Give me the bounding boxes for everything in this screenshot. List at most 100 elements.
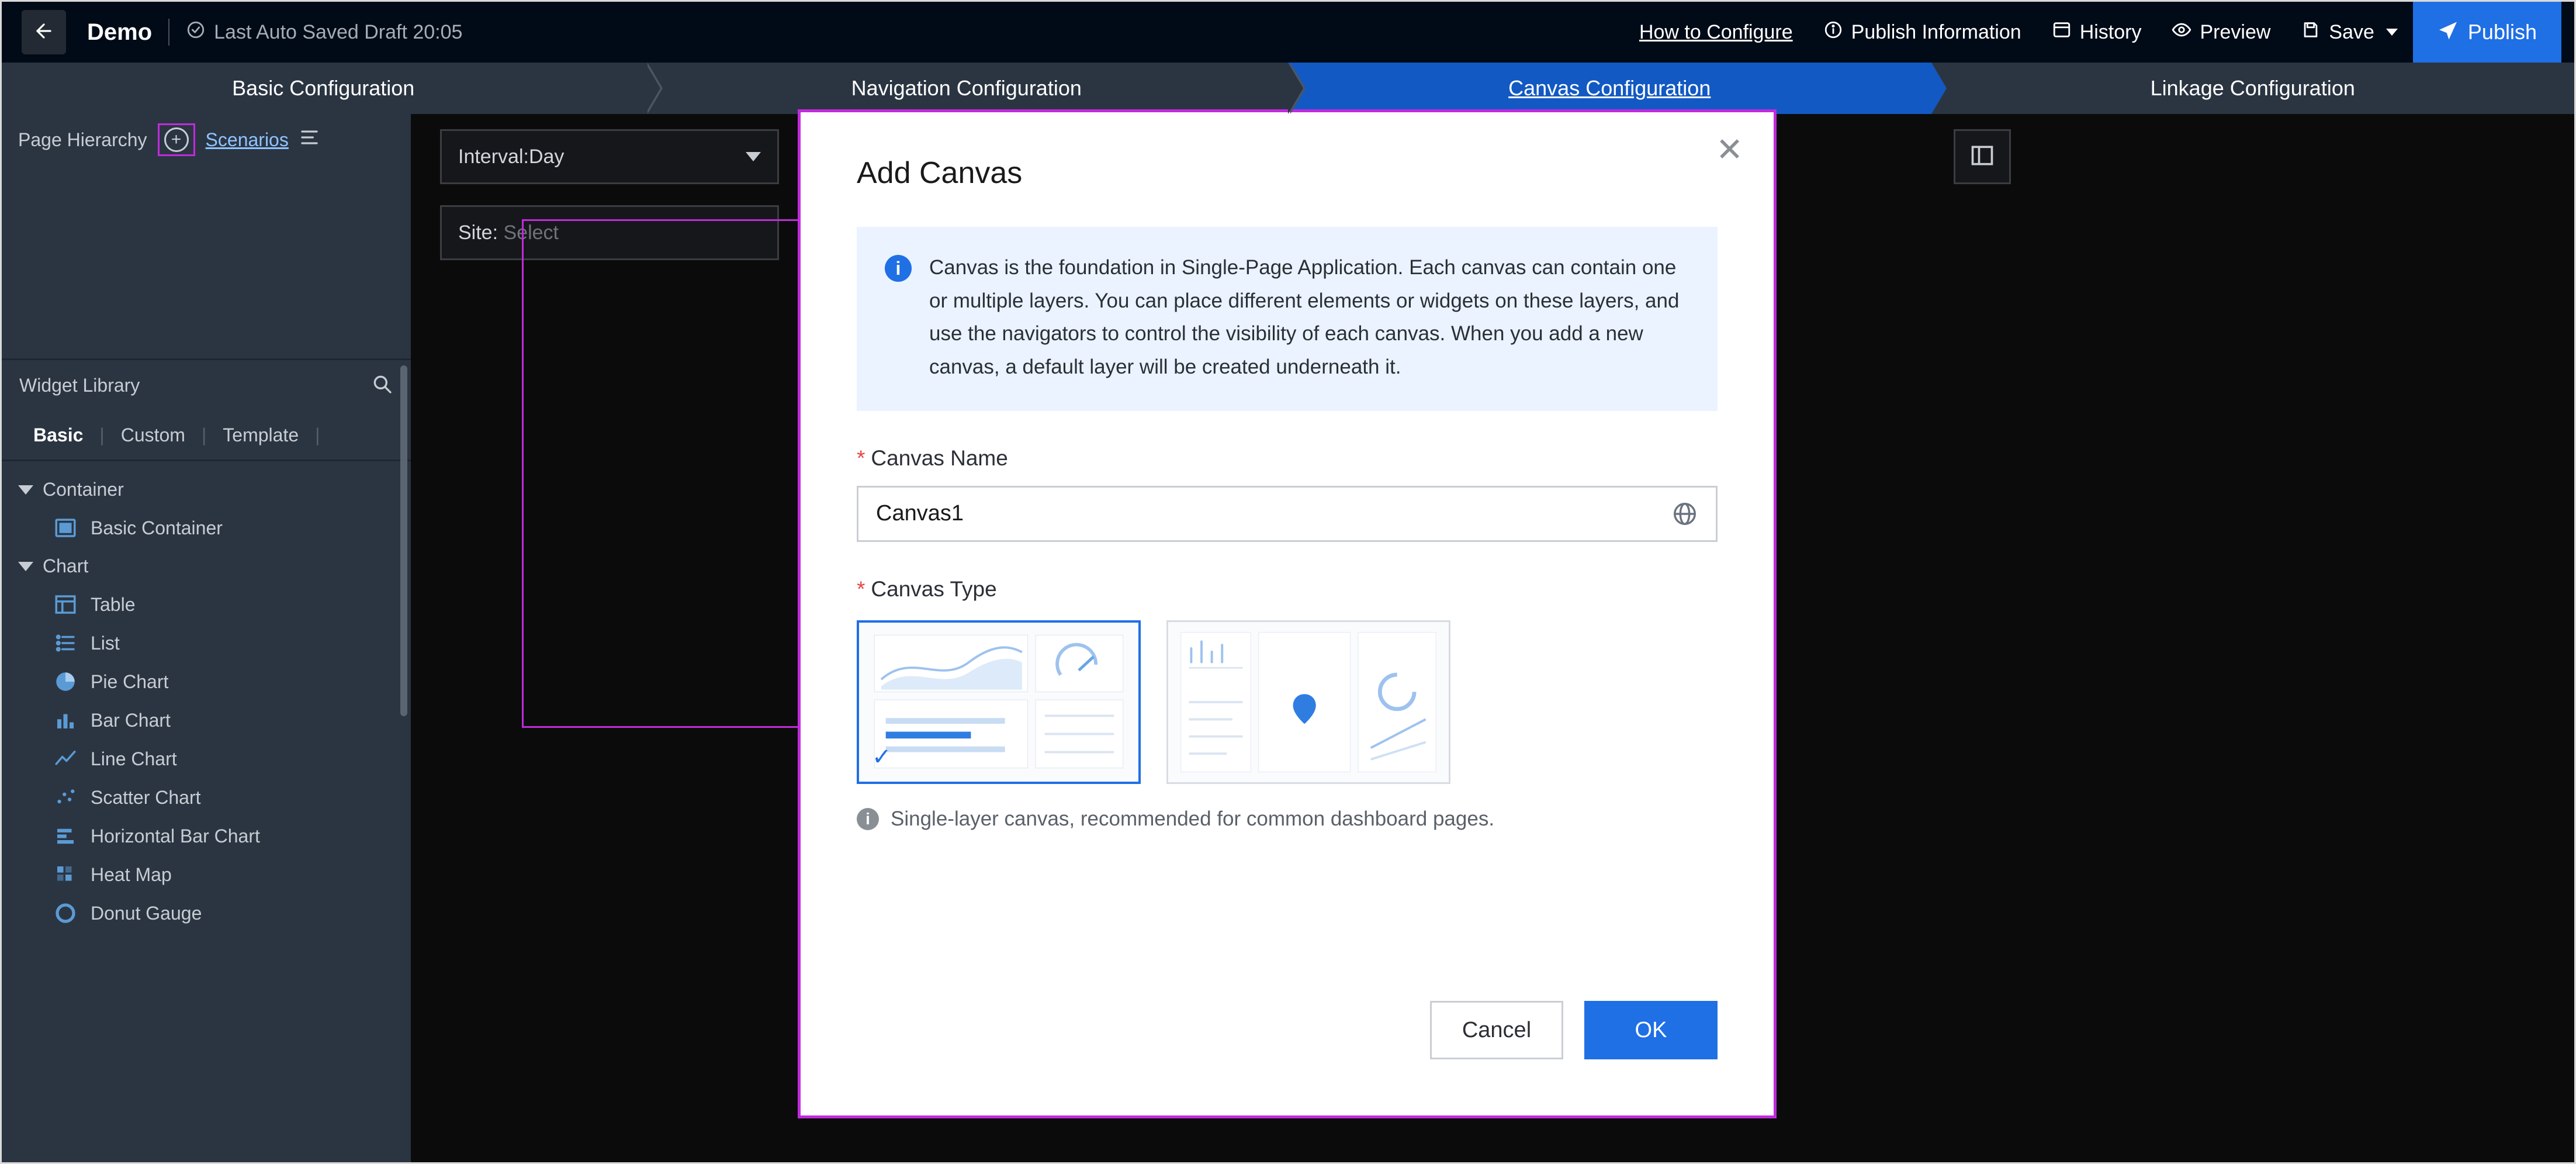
how-to-configure-link[interactable]: How to Configure	[1624, 2, 1808, 63]
step-label: Canvas Configuration	[1508, 76, 1711, 101]
widget-table[interactable]: Table	[2, 585, 411, 624]
widget-donut-gauge[interactable]: Donut Gauge	[2, 894, 411, 932]
canvas-name-label-text: Canvas Name	[871, 446, 1007, 470]
publish-button[interactable]: Publish	[2413, 2, 2561, 63]
plus-circle-icon[interactable]: +	[164, 127, 189, 152]
interval-select[interactable]: Interval:Day	[440, 129, 779, 184]
left-panel-scrollbar[interactable]	[400, 365, 407, 716]
widget-label: Bar Chart	[91, 710, 171, 731]
widget-library-tabs: Basic | Custom | Template |	[2, 411, 411, 461]
canvas-type-hint-text: Single-layer canvas, recommended for com…	[891, 807, 1494, 831]
widget-list[interactable]: List	[2, 624, 411, 662]
container-icon	[53, 516, 78, 540]
interval-label: Interval:Day	[458, 146, 564, 168]
tree-group-chart[interactable]: Chart	[2, 547, 411, 585]
send-icon	[2437, 19, 2459, 46]
tree-group-label: Chart	[43, 555, 88, 577]
publish-label: Publish	[2468, 20, 2537, 44]
required-mark: *	[857, 577, 865, 601]
layout-icon	[1969, 143, 1995, 171]
tab-template[interactable]: Template	[206, 424, 315, 446]
info-icon	[1823, 20, 1843, 45]
scatter-chart-icon	[53, 785, 78, 810]
canvas-type-hint: i Single-layer canvas, recommended for c…	[857, 807, 1718, 831]
globe-icon[interactable]	[1671, 500, 1698, 527]
widget-tree: Container Basic Container Chart Table	[2, 461, 411, 932]
widget-label: Horizontal Bar Chart	[91, 825, 260, 847]
info-icon: i	[857, 808, 879, 830]
tab-custom[interactable]: Custom	[105, 424, 202, 446]
eye-icon	[2172, 20, 2191, 45]
left-panel: Page Hierarchy + Scenarios Widget Librar…	[2, 114, 411, 1162]
table-icon	[53, 592, 78, 617]
heat-map-icon	[53, 862, 78, 887]
canvas-name-input[interactable]: Canvas1	[857, 486, 1718, 542]
publish-information-button[interactable]: Publish Information	[1808, 2, 2037, 63]
widget-bar-chart[interactable]: Bar Chart	[2, 701, 411, 740]
widget-label: Heat Map	[91, 864, 172, 886]
widget-horizontal-bar-chart[interactable]: Horizontal Bar Chart	[2, 817, 411, 855]
step-linkage-configuration[interactable]: Linkage Configuration	[1931, 63, 2575, 114]
wizard-steps: Basic Configuration Navigation Configura…	[2, 63, 2574, 114]
bar-chart-icon	[53, 708, 78, 733]
widget-label: Donut Gauge	[91, 903, 202, 924]
step-basic-configuration[interactable]: Basic Configuration	[2, 63, 645, 114]
info-banner-text: Canvas is the foundation in Single-Page …	[929, 251, 1689, 384]
canvas-type-options: ✓	[857, 620, 1718, 784]
widget-label: Table	[91, 594, 136, 616]
search-icon[interactable]	[370, 372, 393, 400]
selected-check-icon: ✓	[872, 745, 892, 769]
donut-gauge-icon	[53, 901, 78, 925]
step-navigation-configuration[interactable]: Navigation Configuration	[645, 63, 1289, 114]
widget-basic-container[interactable]: Basic Container	[2, 509, 411, 547]
page-hierarchy-label: Page Hierarchy	[18, 129, 147, 151]
close-icon[interactable]: ✕	[1716, 133, 1743, 166]
tab-separator: |	[99, 424, 104, 446]
ok-button[interactable]: OK	[1584, 1001, 1718, 1059]
step-label: Linkage Configuration	[2151, 76, 2355, 101]
canvas-type-single-layer[interactable]: ✓	[857, 620, 1141, 784]
back-button[interactable]	[22, 10, 66, 54]
line-chart-icon	[53, 747, 78, 771]
tab-basic[interactable]: Basic	[17, 424, 99, 446]
tree-group-container[interactable]: Container	[2, 471, 411, 509]
preview-button[interactable]: Preview	[2156, 2, 2286, 63]
dialog-footer: Cancel OK	[1430, 1001, 1718, 1059]
canvas-type-label: *Canvas Type	[857, 577, 1718, 602]
app-window: Demo Last Auto Saved Draft 20:05 How to …	[0, 0, 2576, 1164]
list-settings-icon[interactable]	[299, 126, 323, 154]
history-icon	[2052, 20, 2072, 45]
widget-scatter-chart[interactable]: Scatter Chart	[2, 778, 411, 817]
widget-heat-map[interactable]: Heat Map	[2, 855, 411, 894]
info-banner: i Canvas is the foundation in Single-Pag…	[857, 227, 1718, 411]
horizontal-bar-chart-icon	[53, 824, 78, 848]
tree-group-label: Container	[43, 479, 124, 500]
widget-line-chart[interactable]: Line Chart	[2, 740, 411, 778]
widget-label: Pie Chart	[91, 671, 168, 693]
site-label: Site:	[458, 222, 498, 244]
publish-information-label: Publish Information	[1851, 21, 2021, 44]
step-chevron	[645, 63, 660, 114]
save-button[interactable]: Save	[2286, 2, 2413, 63]
step-label: Navigation Configuration	[851, 76, 1082, 101]
page-hierarchy-body	[2, 165, 411, 358]
canvas-type-multi-layer[interactable]	[1166, 620, 1450, 784]
history-button[interactable]: History	[2037, 2, 2157, 63]
page-hierarchy-header: Page Hierarchy + Scenarios	[2, 114, 411, 165]
save-icon	[2301, 20, 2321, 45]
canvas-drop-region[interactable]	[522, 219, 802, 728]
widget-label: Scatter Chart	[91, 787, 201, 809]
scenarios-link[interactable]: Scenarios	[206, 129, 289, 151]
page-title: Demo	[87, 19, 152, 46]
cancel-button[interactable]: Cancel	[1430, 1001, 1563, 1059]
widget-label: List	[91, 633, 120, 654]
canvas-toolbar-button[interactable]	[1954, 129, 2011, 184]
autosave-text: Last Auto Saved Draft 20:05	[214, 21, 462, 44]
tab-separator: |	[315, 424, 320, 446]
widget-pie-chart[interactable]: Pie Chart	[2, 662, 411, 701]
chevron-down-icon	[18, 485, 33, 495]
canvas-name-label: *Canvas Name	[857, 446, 1718, 471]
title-divider	[168, 19, 169, 46]
save-label: Save	[2329, 21, 2374, 44]
step-canvas-configuration[interactable]: Canvas Configuration	[1288, 63, 1931, 114]
